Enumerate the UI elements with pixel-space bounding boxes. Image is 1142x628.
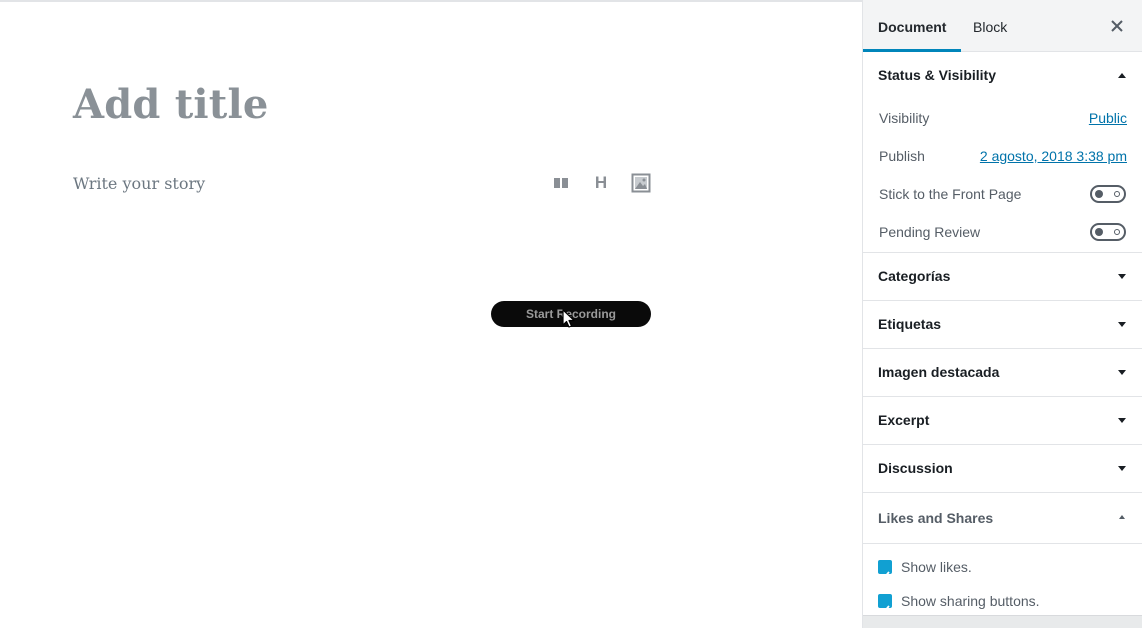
panel-title: Likes and Shares bbox=[878, 510, 994, 526]
chevron-up-icon bbox=[1119, 515, 1125, 519]
close-icon[interactable] bbox=[1108, 17, 1126, 35]
panel-featured-image-toggle[interactable]: Imagen destacada bbox=[863, 349, 1142, 396]
panel-title: Discussion bbox=[878, 460, 953, 476]
toggle-knob bbox=[1095, 190, 1103, 198]
toggle-knob bbox=[1095, 228, 1103, 236]
panel-title: Etiquetas bbox=[878, 316, 942, 332]
visibility-link[interactable]: Public bbox=[1089, 99, 1127, 137]
publish-date-link[interactable]: 2 agosto, 2018 3:38 pm bbox=[980, 137, 1127, 175]
show-sharing-checkbox[interactable] bbox=[878, 594, 892, 614]
panel-discussion: Discussion bbox=[863, 445, 1142, 493]
panel-categories-toggle[interactable]: Categorías bbox=[863, 253, 1142, 300]
sticky-label: Stick to the Front Page bbox=[879, 186, 1022, 202]
panel-featured-image: Imagen destacada bbox=[863, 349, 1142, 397]
chevron-up-icon bbox=[1118, 73, 1126, 78]
block-editor-screen: Add title Write your story H Start Recor… bbox=[0, 0, 1142, 628]
panel-tags: Etiquetas bbox=[863, 301, 1142, 349]
heading-icon[interactable]: H bbox=[588, 170, 614, 196]
image-icon[interactable] bbox=[628, 170, 654, 196]
settings-sidebar: Document Block Status & Visibility Visib… bbox=[862, 0, 1142, 628]
panel-title: Status & Visibility bbox=[878, 67, 996, 83]
tab-block[interactable]: Block bbox=[973, 0, 1007, 51]
sticky-row: Stick to the Front Page bbox=[863, 175, 1142, 213]
panel-discussion-toggle[interactable]: Discussion bbox=[863, 445, 1142, 492]
chevron-down-icon bbox=[1118, 418, 1126, 423]
gallery-icon[interactable] bbox=[548, 170, 574, 196]
show-sharing-label: Show sharing buttons. bbox=[901, 593, 1040, 609]
pending-review-toggle[interactable] bbox=[1090, 223, 1126, 241]
default-block-input[interactable]: Write your story bbox=[73, 172, 205, 196]
chevron-down-icon bbox=[1118, 274, 1126, 279]
show-sharing-row: Show sharing buttons. bbox=[863, 584, 1142, 618]
panel-categories: Categorías bbox=[863, 253, 1142, 301]
publish-row: Publish 2 agosto, 2018 3:38 pm bbox=[863, 137, 1142, 175]
panel-status-visibility-toggle[interactable]: Status & Visibility bbox=[863, 52, 1142, 99]
toggle-off-indicator bbox=[1114, 191, 1120, 197]
checkmark-icon bbox=[880, 605, 890, 614]
sidebar-footer bbox=[863, 615, 1142, 628]
show-likes-row: Show likes. bbox=[863, 550, 1142, 584]
post-title-input[interactable]: Add title bbox=[73, 80, 269, 130]
editor-canvas: Add title Write your story H Start Recor… bbox=[0, 0, 862, 628]
show-likes-checkbox[interactable] bbox=[878, 560, 892, 580]
panel-status-visibility: Status & Visibility Visibility Public Pu… bbox=[863, 52, 1142, 253]
chevron-down-icon bbox=[1118, 322, 1126, 327]
pending-review-row: Pending Review bbox=[863, 213, 1142, 251]
toggle-off-indicator bbox=[1114, 229, 1120, 235]
show-likes-label: Show likes. bbox=[901, 559, 972, 575]
panel-likes-shares-toggle[interactable]: Likes and Shares bbox=[863, 493, 1142, 544]
panel-excerpt-toggle[interactable]: Excerpt bbox=[863, 397, 1142, 444]
chevron-down-icon bbox=[1118, 370, 1126, 375]
visibility-row: Visibility Public bbox=[863, 99, 1142, 137]
visibility-label: Visibility bbox=[879, 110, 930, 126]
mouse-cursor-icon bbox=[562, 309, 575, 328]
panel-excerpt: Excerpt bbox=[863, 397, 1142, 445]
panel-title: Categorías bbox=[878, 268, 951, 284]
tab-document[interactable]: Document bbox=[863, 0, 962, 52]
panel-likes-shares: Likes and Shares Show likes. Show sharin… bbox=[863, 493, 1142, 620]
publish-label: Publish bbox=[879, 148, 925, 164]
panel-tags-toggle[interactable]: Etiquetas bbox=[863, 301, 1142, 348]
pending-review-label: Pending Review bbox=[879, 224, 981, 240]
chevron-down-icon bbox=[1118, 466, 1126, 471]
sticky-toggle[interactable] bbox=[1090, 185, 1126, 203]
sidebar-header: Document Block bbox=[863, 0, 1142, 52]
panel-title: Excerpt bbox=[878, 412, 930, 428]
checkmark-icon bbox=[880, 571, 890, 580]
block-inserter-shortcuts: H bbox=[548, 170, 668, 196]
panel-title: Imagen destacada bbox=[878, 364, 1000, 380]
